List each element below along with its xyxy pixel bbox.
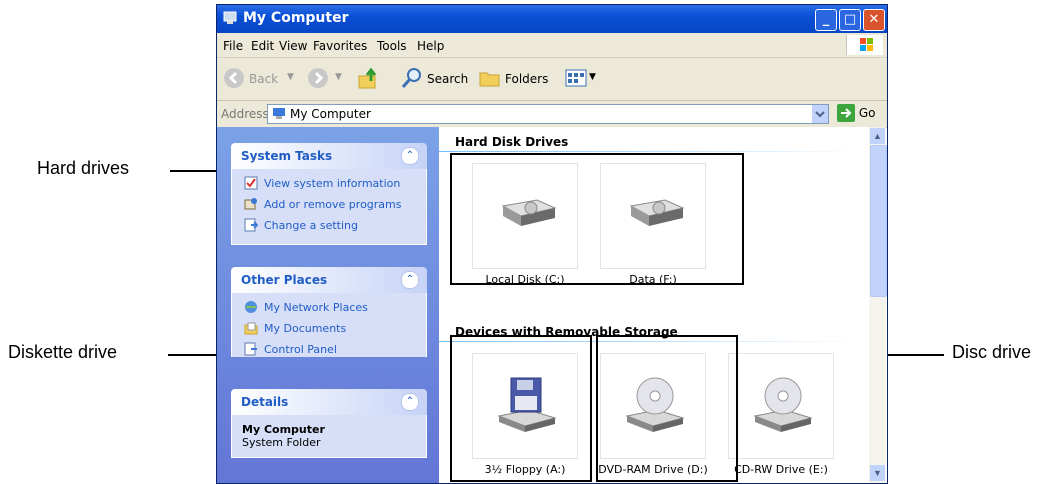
- address-label: Address: [221, 107, 269, 121]
- my-computer-icon: [223, 11, 237, 24]
- add-remove-programs-icon: [244, 198, 257, 210]
- menu-help[interactable]: Help: [417, 39, 444, 53]
- forward-button[interactable]: ▼: [307, 67, 351, 91]
- drive-cd-rw-e[interactable]: CD-RW Drive (E:): [728, 353, 834, 481]
- window-title: My Computer: [243, 10, 349, 26]
- system-info-icon: [244, 176, 258, 190]
- task-change-setting[interactable]: Change a setting: [232, 215, 426, 236]
- place-control-panel[interactable]: Control Panel: [232, 339, 426, 357]
- my-documents-icon: [244, 322, 258, 335]
- network-places-icon: [245, 301, 257, 313]
- menu-file[interactable]: File: [223, 39, 243, 53]
- callout-disc-drive: Disc drive: [952, 342, 1032, 362]
- scroll-thumb[interactable]: [870, 145, 887, 297]
- details-name: My Computer: [242, 423, 325, 436]
- other-places-header[interactable]: Other Places ⌃: [231, 267, 427, 293]
- collapse-chevron-icon[interactable]: ⌃: [401, 271, 419, 289]
- section-divider: [439, 151, 859, 152]
- menu-view[interactable]: View: [279, 39, 307, 53]
- place-my-documents[interactable]: My Documents: [232, 318, 426, 339]
- vertical-scrollbar[interactable]: ▲ ▼: [869, 127, 887, 483]
- go-arrow-icon: [837, 104, 855, 122]
- system-tasks-header[interactable]: System Tasks ⌃: [231, 143, 427, 169]
- views-button[interactable]: ▼: [565, 67, 601, 91]
- windows-logo-icon: [846, 35, 883, 55]
- close-button[interactable]: ✕: [863, 9, 885, 31]
- address-bar: Address My Computer Go: [217, 101, 887, 128]
- views-icon: [565, 69, 587, 87]
- scroll-down-icon[interactable]: ▼: [870, 465, 885, 481]
- back-dropdown-icon: ▼: [287, 72, 294, 82]
- menu-bar: File Edit View Favorites Tools Help: [217, 33, 887, 58]
- control-panel-icon: [244, 342, 257, 356]
- up-folder-button[interactable]: [357, 67, 383, 91]
- collapse-chevron-icon[interactable]: ⌃: [401, 393, 419, 411]
- place-my-network-places[interactable]: My Network Places: [232, 297, 426, 318]
- task-view-system-information[interactable]: View system information: [232, 173, 426, 194]
- system-tasks-panel: System Tasks ⌃ View system information A…: [231, 143, 427, 245]
- task-add-remove-programs[interactable]: Add or remove programs: [232, 194, 426, 215]
- callout-hard-drives: Hard drives: [37, 158, 130, 178]
- control-panel-icon: [244, 218, 258, 232]
- menu-favorites[interactable]: Favorites: [313, 39, 367, 53]
- task-pane: System Tasks ⌃ View system information A…: [217, 127, 439, 483]
- search-button[interactable]: Search: [401, 67, 475, 91]
- views-dropdown-icon: ▼: [589, 72, 596, 82]
- my-computer-small-icon: [273, 108, 285, 119]
- forward-dropdown-icon: ▼: [335, 72, 342, 82]
- details-type: System Folder: [242, 436, 321, 449]
- up-folder-icon: [358, 67, 377, 89]
- menu-edit[interactable]: Edit: [251, 39, 274, 53]
- section-hard-disk-drives: Hard Disk Drives: [455, 135, 569, 149]
- toolbar: Back ▼ ▼ Search Folders ▼: [217, 58, 887, 101]
- details-header[interactable]: Details ⌃: [231, 389, 427, 415]
- forward-arrow-icon: [308, 68, 328, 88]
- details-panel: Details ⌃ My Computer System Folder: [231, 389, 427, 458]
- search-icon: [401, 68, 421, 88]
- address-input[interactable]: My Computer: [267, 104, 829, 124]
- collapse-chevron-icon[interactable]: ⌃: [401, 147, 419, 165]
- cd-drive-icon: [753, 377, 813, 432]
- scroll-up-icon[interactable]: ▲: [870, 128, 885, 144]
- minimize-button[interactable]: _: [815, 9, 837, 31]
- back-button[interactable]: Back ▼: [223, 67, 299, 91]
- go-button[interactable]: Go: [837, 104, 875, 122]
- disc-drive-highlight: [596, 335, 738, 482]
- title-bar[interactable]: My Computer _ □ ✕: [217, 5, 887, 33]
- maximize-button[interactable]: □: [839, 9, 861, 31]
- menu-tools[interactable]: Tools: [377, 39, 407, 53]
- folders-button[interactable]: Folders: [479, 67, 553, 91]
- diskette-drive-highlight: [450, 335, 592, 482]
- hard-drives-highlight: [450, 153, 744, 285]
- back-arrow-icon: [224, 68, 244, 88]
- callout-diskette-drive: Diskette drive: [8, 342, 118, 362]
- other-places-panel: Other Places ⌃ My Network Places My Docu…: [231, 267, 427, 357]
- address-dropdown-icon[interactable]: [812, 105, 828, 123]
- folders-icon: [479, 72, 500, 87]
